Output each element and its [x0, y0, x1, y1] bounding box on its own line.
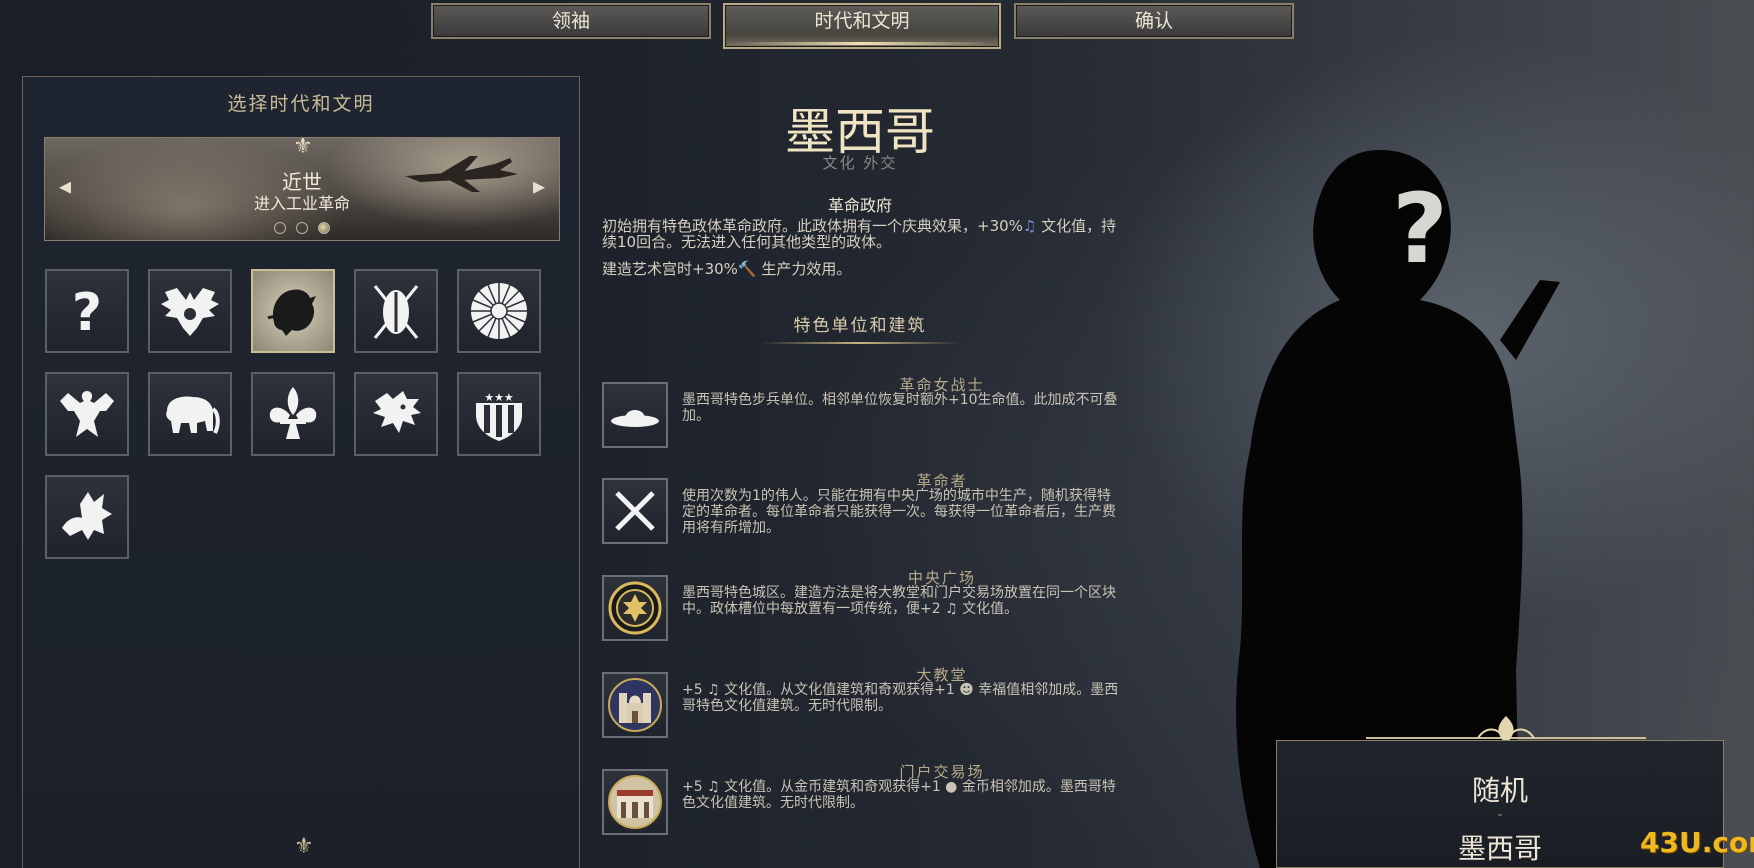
unique-item: 革命女战士 墨西哥特色步兵单位。相邻单位恢复时额外+10生命值。此加成不可叠加。 [602, 374, 1122, 448]
civ-tags: 文化 外交 [822, 154, 898, 172]
leader-name: 随机 [1471, 774, 1528, 807]
unique-item: 革命者 使用次数为1的伟人。只能在拥有中央广场的城市中生产，随机获得特定的革命者… [602, 470, 1122, 544]
portal-market-icon [608, 775, 662, 829]
unique-item: 中央广场 墨西哥特色城区。建造方法是将大教堂和门户交易场放置在同一个区块中。政体… [602, 567, 1122, 641]
civ-button-random[interactable]: ? [45, 269, 129, 353]
unique-desc: 墨西哥特色城区。建造方法是将大教堂和门户交易场放置在同一个区块中。政体槽位中每放… [682, 585, 1116, 617]
svg-text:★★★: ★★★ [484, 391, 514, 404]
production-hammer-icon: 🔨 [737, 260, 757, 278]
era-dot-1[interactable] [274, 222, 286, 234]
svg-text:?: ? [72, 283, 102, 343]
civ-button-persia[interactable] [45, 475, 129, 559]
culture-icon: ♫ [1022, 217, 1037, 235]
eagle-icon [60, 391, 114, 437]
civ-selection-panel: 选择时代和文明 ⚜ ◂ ▸ 近世 进入工业革命 ? ★★★ [22, 76, 580, 868]
griffin-icon [62, 492, 112, 540]
site-watermark: 43U.com [1640, 826, 1754, 859]
civ-button-france[interactable] [251, 372, 335, 456]
era-dot-2[interactable] [296, 222, 308, 234]
ability-description-2: 建造艺术宫时+30%🔨 生产力效用。 [602, 260, 852, 278]
civ-button-america[interactable]: ★★★ [457, 372, 541, 456]
unique-desc: +5 ♫ 文化值。从文化值建筑和奇观获得+1 ☻ 幸福值相邻加成。墨西哥特色文化… [682, 682, 1119, 714]
chrysanthemum-icon [471, 283, 527, 339]
tab-confirm[interactable]: 确认 [1014, 3, 1294, 39]
civ-button-mexico[interactable] [251, 269, 335, 353]
shield-spears-icon [373, 285, 419, 339]
eagle-serpent-icon [267, 289, 316, 336]
panel-title: 选择时代和文明 [227, 93, 375, 115]
unique-item: 大教堂 +5 ♫ 文化值。从文化值建筑和奇观获得+1 ☻ 幸福值相邻加成。墨西哥… [602, 664, 1122, 738]
question-mark-icon: ? [72, 283, 102, 343]
sombrero-icon [611, 410, 659, 427]
section-divider [760, 342, 960, 344]
civ-button-japan[interactable] [457, 269, 541, 353]
tab-leader[interactable]: 领袖 [431, 3, 711, 39]
elephant-icon [166, 396, 220, 434]
dragon-icon [373, 391, 421, 433]
civ-button-china[interactable] [354, 372, 438, 456]
era-dot-3[interactable] [318, 222, 330, 234]
unique-section-title: 特色单位和建筑 [793, 316, 927, 336]
stars-stripes-shield-icon: ★★★ [476, 389, 522, 441]
civ-button-india[interactable] [148, 372, 232, 456]
civ-button-zulu[interactable] [354, 269, 438, 353]
ability-description: 初始拥有特色政体革命政府。此政体拥有一个庆典效果，+30%♫ 文化值，持续10回… [602, 217, 1117, 251]
civ-button-germany[interactable] [45, 372, 129, 456]
cathedral-icon [608, 678, 662, 732]
plaza-icon [608, 581, 662, 635]
fleur-de-lis-icon [269, 387, 317, 439]
era-ornament-icon: ⚜ [293, 137, 313, 159]
unique-item: 门户交易场 +5 ♫ 文化值。从金币建筑和奇观获得+1 ● 金币相邻加成。墨西哥… [602, 761, 1122, 835]
era-subtitle: 进入工业革命 [253, 194, 350, 213]
unique-desc: 使用次数为1的伟人。只能在拥有中央广场的城市中生产，随机获得特定的革命者。每位革… [682, 488, 1116, 536]
leader-separator: - [1497, 807, 1503, 823]
tab-era-and-civ[interactable]: 时代和文明 [723, 3, 1001, 49]
unique-desc: +5 ♫ 文化值。从金币建筑和奇观获得+1 ● 金币相邻加成。墨西哥特色文化值建… [682, 779, 1116, 811]
civ-button-russia[interactable] [148, 269, 232, 353]
unique-desc: 墨西哥特色步兵单位。相邻单位恢复时额外+10生命值。此加成不可叠加。 [682, 392, 1118, 424]
era-page-dots [45, 222, 559, 234]
ability-name: 革命政府 [827, 196, 892, 215]
crossed-swords-icon [615, 491, 655, 531]
left-footer-ornament-icon: ⚜ [294, 834, 314, 859]
double-headed-eagle-icon [161, 288, 219, 336]
svg-text:?: ? [1392, 173, 1448, 285]
era-selector[interactable]: ⚜ ◂ ▸ 近世 进入工业革命 [44, 137, 560, 241]
